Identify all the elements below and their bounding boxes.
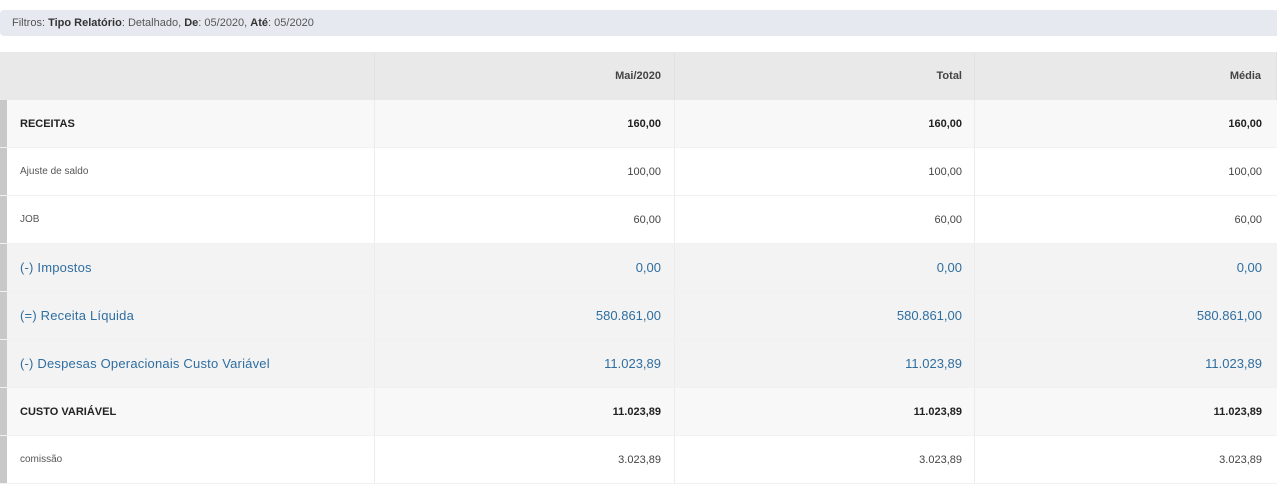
row-value-average: 60,00 xyxy=(1234,213,1262,226)
row-label: RECEITAS xyxy=(0,100,375,147)
row-value-average: 580.861,00 xyxy=(1196,308,1262,323)
column-header-label xyxy=(0,52,375,100)
column-header-month: Mai/2020 xyxy=(375,52,675,100)
column-header-average: Média xyxy=(975,52,1277,100)
row-label: JOB xyxy=(0,196,375,243)
row-label: (-) Despesas Operacionais Custo Variável xyxy=(0,340,375,387)
table-header-row: Mai/2020 Total Média xyxy=(0,52,1277,100)
row-value-month: 580.861,00 xyxy=(375,292,675,339)
row-value-month: 60,00 xyxy=(375,196,675,243)
row-value-total: 580.861,00 xyxy=(675,292,975,339)
table-row-job[interactable]: JOB 60,00 60,00 60,00 xyxy=(0,196,1277,244)
row-value-average: 100,00 xyxy=(1228,165,1262,178)
row-value-total: 100,00 xyxy=(675,148,975,195)
row-value-average: 11.023,89 xyxy=(1205,356,1262,371)
table-row-ajuste-de-saldo[interactable]: Ajuste de saldo 100,00 100,00 100,00 xyxy=(0,148,1277,196)
filter-summary-bar: Filtros: Tipo Relatório: Detalhado, De: … xyxy=(0,10,1277,36)
filter-to-value: 05/2020 xyxy=(274,17,314,29)
table-row-custo-variavel[interactable]: CUSTO VARIÁVEL 11.023,89 11.023,89 11.02… xyxy=(0,388,1277,436)
table-row-receitas[interactable]: RECEITAS 160,00 160,00 160,00 xyxy=(0,100,1277,148)
row-value-total: 60,00 xyxy=(675,196,975,243)
row-label: Ajuste de saldo xyxy=(0,148,375,195)
row-label: (-) Impostos xyxy=(0,244,375,291)
row-label: CUSTO VARIÁVEL xyxy=(0,388,375,435)
row-value-average: 0,00 xyxy=(1236,260,1262,275)
filter-report-type-label: Tipo Relatório xyxy=(48,17,122,29)
row-value-month: 3.023,89 xyxy=(375,436,675,483)
column-header-total: Total xyxy=(675,52,975,100)
filter-from-value: 05/2020 xyxy=(204,17,245,29)
filter-report-type-value: Detalhado xyxy=(127,17,179,29)
table-row-despesas-operacionais[interactable]: (-) Despesas Operacionais Custo Variável… xyxy=(0,340,1277,388)
row-value-total: 11.023,89 xyxy=(675,388,975,435)
row-value-month: 11.023,89 xyxy=(375,388,675,435)
row-label: comissão xyxy=(0,436,375,483)
row-value-month: 0,00 xyxy=(375,244,675,291)
table-row-receita-liquida[interactable]: (=) Receita Líquida 580.861,00 580.861,0… xyxy=(0,292,1277,340)
table-row-impostos[interactable]: (-) Impostos 0,00 0,00 0,00 xyxy=(0,244,1277,292)
row-value-month: 11.023,89 xyxy=(375,340,675,387)
report-table: Mai/2020 Total Média RECEITAS 160,00 160… xyxy=(0,52,1277,484)
row-value-total: 160,00 xyxy=(675,100,975,147)
filter-from-label: De xyxy=(184,17,199,29)
filter-prefix: Filtros: xyxy=(12,17,45,29)
filter-to-label: Até xyxy=(250,17,269,29)
row-value-total: 11.023,89 xyxy=(675,340,975,387)
row-value-average: 11.023,89 xyxy=(1213,405,1262,418)
row-value-total: 3.023,89 xyxy=(675,436,975,483)
row-label: (=) Receita Líquida xyxy=(0,292,375,339)
row-value-average: 160,00 xyxy=(1228,117,1262,130)
row-value-average: 3.023,89 xyxy=(1219,453,1262,466)
row-value-total: 0,00 xyxy=(675,244,975,291)
row-value-month: 160,00 xyxy=(375,100,675,147)
table-row-comissao[interactable]: comissão 3.023,89 3.023,89 3.023,89 xyxy=(0,436,1277,484)
row-value-month: 100,00 xyxy=(375,148,675,195)
